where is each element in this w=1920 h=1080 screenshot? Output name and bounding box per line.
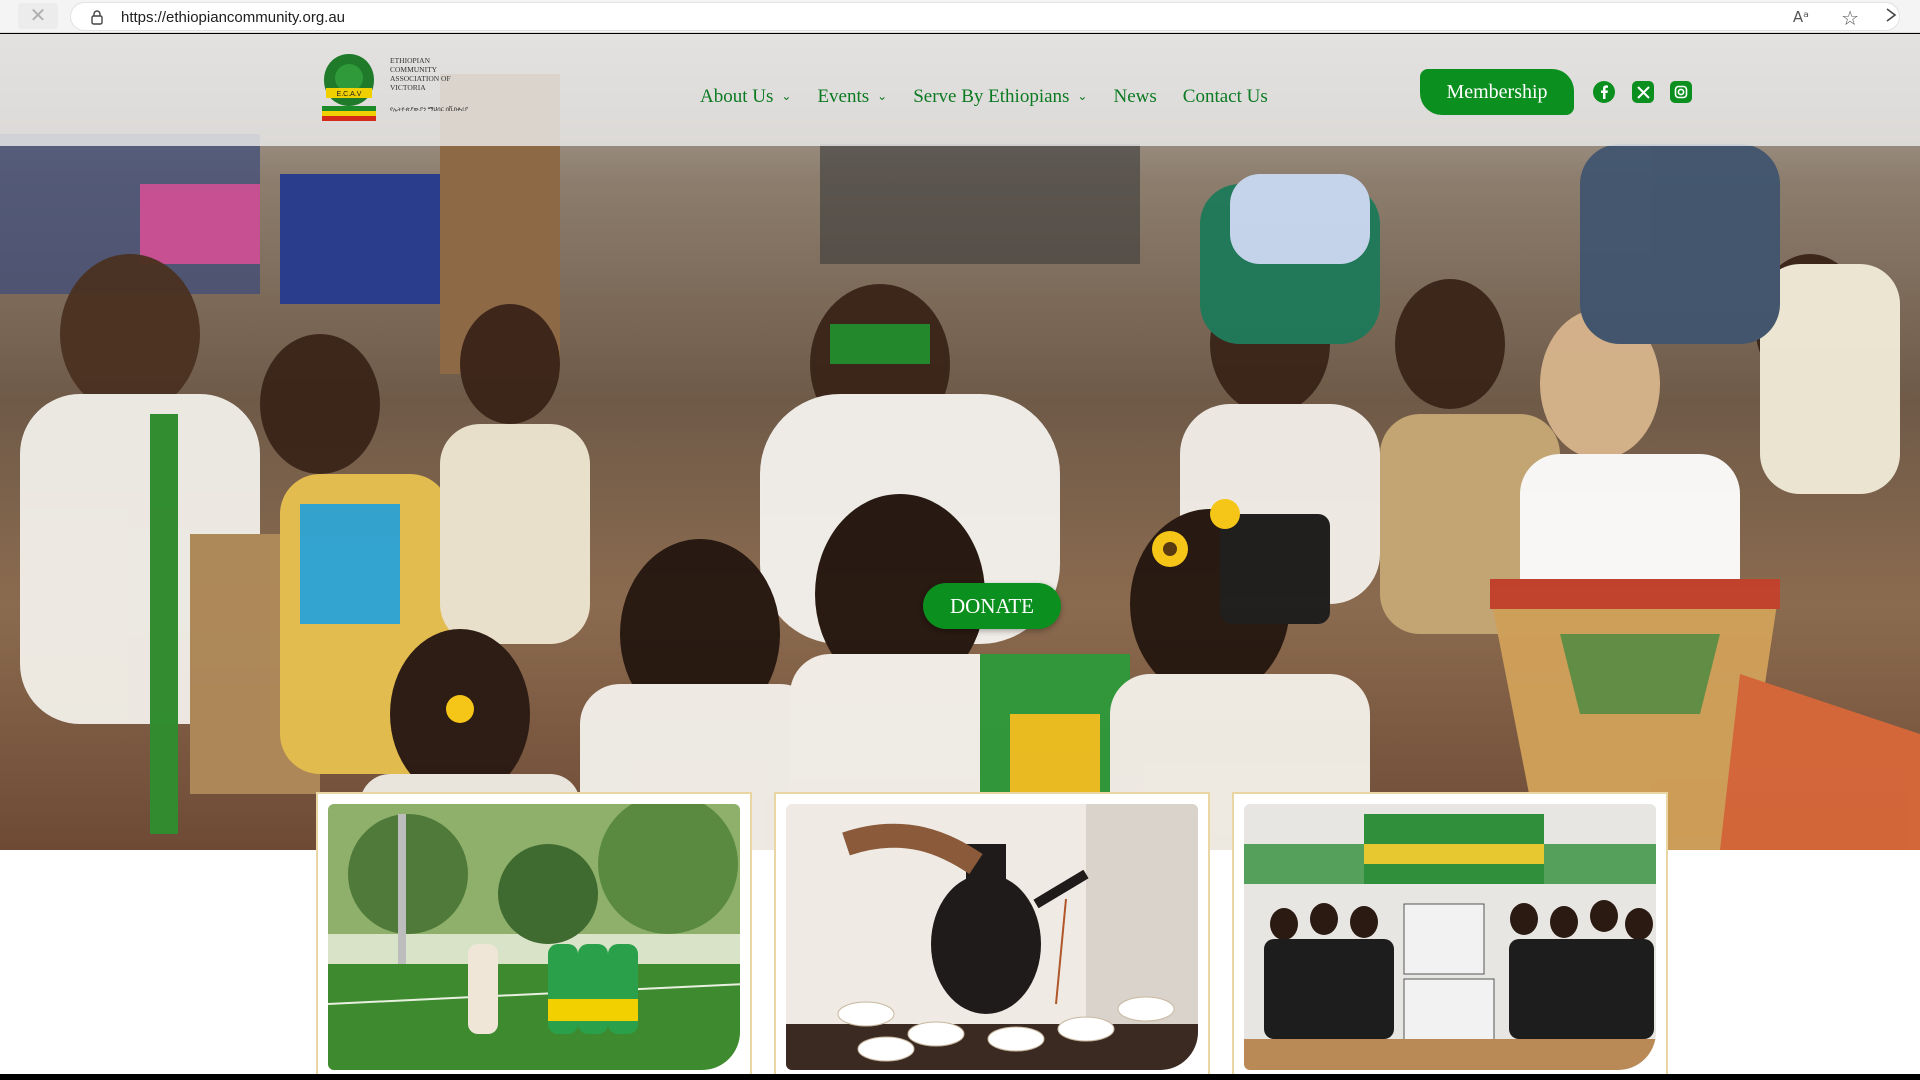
extension-icon[interactable] bbox=[1885, 7, 1897, 27]
coffee-photo-illustration bbox=[786, 804, 1198, 1070]
address-bar[interactable]: https://ethiopiancommunity.org.au Aᵃ ☆ bbox=[70, 2, 1900, 31]
logo-text: ETHIOPIAN COMMUNITY ASSOCIATION OF VICTO… bbox=[390, 56, 451, 92]
url-text[interactable]: https://ethiopiancommunity.org.au bbox=[121, 9, 345, 26]
hero-crowd-illustration bbox=[0, 74, 1920, 850]
screen-bottom-edge bbox=[0, 1074, 1920, 1080]
close-icon[interactable]: ✕ bbox=[18, 3, 58, 29]
favorite-star-icon[interactable]: ☆ bbox=[1841, 6, 1859, 30]
main-navigation: About Us ⌄ Events ⌄ Serve By Ethiopians … bbox=[700, 82, 1268, 112]
nav-label[interactable]: News bbox=[1113, 86, 1156, 108]
nav-contact-us[interactable]: Contact Us bbox=[1183, 86, 1268, 108]
x-twitter-icon[interactable] bbox=[1632, 81, 1654, 103]
nav-events[interactable]: Events ⌄ bbox=[817, 86, 887, 108]
feature-card-coffee[interactable] bbox=[774, 792, 1210, 1074]
ecav-emblem-icon: E.C.A.V bbox=[322, 54, 376, 121]
site-header: E.C.A.V ETHIOPIAN COMMUNITY ASSOCIATION … bbox=[0, 34, 1920, 146]
football-photo-illustration bbox=[328, 804, 740, 1070]
nav-label[interactable]: Events bbox=[817, 86, 869, 108]
chevron-down-icon[interactable]: ⌄ bbox=[1077, 89, 1087, 103]
coffee-ceremony-photo[interactable] bbox=[786, 804, 1198, 1070]
hero-photo bbox=[0, 34, 1920, 850]
nav-label[interactable]: Serve By Ethiopians bbox=[913, 86, 1069, 108]
donate-button[interactable]: DONATE bbox=[923, 583, 1061, 629]
nav-label[interactable]: Contact Us bbox=[1183, 86, 1268, 108]
chevron-down-icon[interactable]: ⌄ bbox=[877, 89, 887, 103]
web-page: E.C.A.V ETHIOPIAN COMMUNITY ASSOCIATION … bbox=[0, 34, 1920, 1074]
lock-icon bbox=[91, 10, 103, 25]
nav-about-us[interactable]: About Us ⌄ bbox=[700, 86, 791, 108]
logo-subtext: የኢትዮጵያውያን ማህበር በቪክቶሪያ bbox=[390, 107, 469, 113]
nav-serve-by-ethiopians[interactable]: Serve By Ethiopians ⌄ bbox=[913, 86, 1087, 108]
nav-news[interactable]: News bbox=[1113, 86, 1156, 108]
read-aloud-icon[interactable]: Aᵃ bbox=[1793, 8, 1809, 26]
instagram-icon[interactable] bbox=[1670, 81, 1692, 103]
site-logo[interactable]: E.C.A.V ETHIOPIAN COMMUNITY ASSOCIATION … bbox=[312, 48, 468, 132]
feature-card-sports[interactable] bbox=[316, 792, 752, 1074]
community-gathering-photo[interactable] bbox=[1244, 804, 1656, 1070]
chevron-down-icon[interactable]: ⌄ bbox=[781, 89, 791, 103]
feature-card-community[interactable] bbox=[1232, 792, 1668, 1074]
emblem-label: E.C.A.V bbox=[337, 91, 362, 98]
community-photo-illustration bbox=[1244, 804, 1656, 1070]
browser-toolbar: ✕ https://ethiopiancommunity.org.au Aᵃ ☆ bbox=[0, 0, 1920, 33]
football-team-photo[interactable] bbox=[328, 804, 740, 1070]
membership-button[interactable]: Membership bbox=[1420, 69, 1574, 115]
facebook-icon[interactable] bbox=[1593, 81, 1615, 103]
nav-label[interactable]: About Us bbox=[700, 86, 773, 108]
